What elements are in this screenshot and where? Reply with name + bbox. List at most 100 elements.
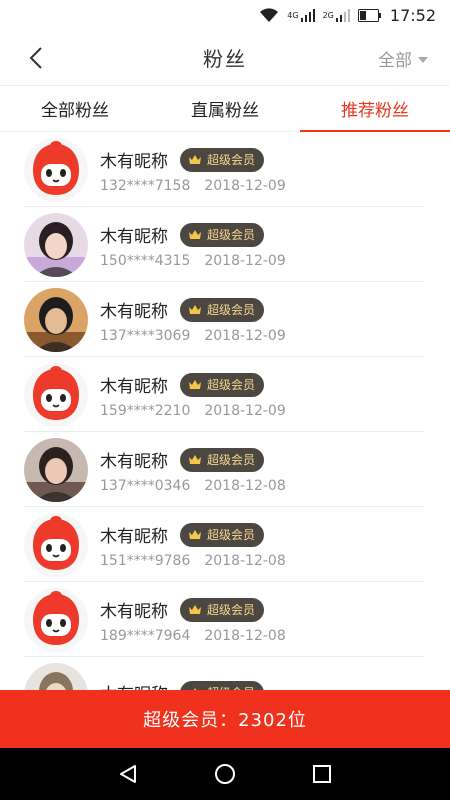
avatar bbox=[24, 212, 88, 277]
fan-info-top: 木有昵称 超级会员 bbox=[100, 296, 286, 324]
fan-info-bottom: 132****7158 2018-12-09 bbox=[100, 178, 286, 194]
avatar bbox=[24, 437, 88, 502]
fan-nickname: 木有昵称 bbox=[100, 452, 168, 472]
avatar bbox=[24, 362, 88, 427]
triangle-down-icon bbox=[418, 56, 428, 63]
avatar bbox=[24, 512, 88, 577]
fan-list-item[interactable]: 木有昵称 超级会员 150****4315 2018-12-09 bbox=[0, 207, 450, 282]
chevron-left-icon bbox=[29, 47, 42, 69]
network-type-2: 2G bbox=[322, 10, 334, 20]
tab-recommended-fans[interactable]: 推荐粉丝 bbox=[300, 86, 450, 132]
vip-badge-label: 超级会员 bbox=[207, 153, 256, 167]
fan-list-item[interactable]: 木有昵称 超级会员 137****0346 2018-12-08 bbox=[0, 432, 450, 507]
vip-badge: 超级会员 bbox=[180, 372, 265, 397]
crown-icon bbox=[188, 604, 202, 615]
avatar bbox=[24, 137, 88, 202]
fan-info-bottom: 137****0346 2018-12-08 bbox=[100, 478, 286, 494]
fan-nickname: 木有昵称 bbox=[100, 680, 168, 690]
fan-nickname: 木有昵称 bbox=[100, 602, 168, 622]
fan-info-top: 木有昵称 超级会员 bbox=[100, 146, 286, 174]
battery-icon bbox=[357, 8, 382, 22]
fan-nickname: 木有昵称 bbox=[100, 152, 168, 172]
signal-icon-2: 2G bbox=[323, 8, 350, 22]
filter-label: 全部 bbox=[378, 51, 412, 71]
fan-nickname: 木有昵称 bbox=[100, 302, 168, 322]
circle-home-icon bbox=[214, 764, 235, 784]
nav-home-button[interactable] bbox=[205, 754, 245, 794]
fan-join-date: 2018-12-09 bbox=[204, 402, 286, 419]
square-recent-icon bbox=[312, 765, 331, 783]
fan-info: 木有昵称 超级会员 151****9786 2018-12-08 bbox=[100, 521, 286, 569]
fan-info-top: 木有昵称 超级会员 bbox=[100, 446, 286, 474]
fan-info: 木有昵称 超级会员 bbox=[100, 679, 265, 690]
fan-info-top: 木有昵称 超级会员 bbox=[100, 596, 286, 624]
fan-info: 木有昵称 超级会员 137****0346 2018-12-08 bbox=[100, 446, 286, 494]
vip-badge: 超级会员 bbox=[180, 297, 265, 322]
fan-phone: 151****9786 bbox=[100, 552, 191, 569]
fan-info-bottom: 150****4315 2018-12-09 bbox=[100, 253, 286, 269]
vip-badge: 超级会员 bbox=[180, 447, 265, 472]
avatar bbox=[24, 587, 88, 652]
fan-info: 木有昵称 超级会员 132****7158 2018-12-09 bbox=[100, 146, 286, 194]
vip-badge-label: 超级会员 bbox=[207, 603, 256, 617]
back-button[interactable] bbox=[22, 44, 50, 72]
vip-badge: 超级会员 bbox=[180, 147, 265, 172]
app-header: 粉丝 全部 bbox=[0, 30, 450, 86]
tab-direct-fans[interactable]: 直属粉丝 bbox=[150, 86, 300, 131]
fan-nickname: 木有昵称 bbox=[100, 227, 168, 247]
vip-badge: 超级会员 bbox=[180, 680, 265, 690]
fan-nickname: 木有昵称 bbox=[100, 377, 168, 397]
avatar bbox=[24, 287, 88, 352]
fan-info-top: 木有昵称 超级会员 bbox=[100, 521, 286, 549]
vip-summary-bar: 超级会员：2302位 bbox=[0, 690, 450, 748]
fan-join-date: 2018-12-09 bbox=[204, 252, 286, 269]
fan-info-bottom: 137****3069 2018-12-09 bbox=[100, 328, 286, 344]
fan-info-bottom: 159****2210 2018-12-09 bbox=[100, 403, 286, 419]
tab-all-fans[interactable]: 全部粉丝 bbox=[0, 86, 150, 131]
vip-badge-label: 超级会员 bbox=[207, 453, 256, 467]
vip-badge: 超级会员 bbox=[180, 597, 265, 622]
fan-info: 木有昵称 超级会员 137****3069 2018-12-09 bbox=[100, 296, 286, 344]
crown-icon bbox=[188, 379, 202, 390]
fan-join-date: 2018-12-09 bbox=[204, 327, 286, 344]
fan-list: 木有昵称 超级会员 132****7158 2018-12-09 木有昵称 超级会员 150… bbox=[0, 132, 450, 690]
fan-list-item[interactable]: 木有昵称 超级会员 159****2210 2018-12-09 bbox=[0, 357, 450, 432]
fan-list-item[interactable]: 木有昵称 超级会员 132****7158 2018-12-09 bbox=[0, 132, 450, 207]
fan-info-bottom: 151****9786 2018-12-08 bbox=[100, 553, 286, 569]
vip-badge-label: 超级会员 bbox=[207, 528, 256, 542]
crown-icon bbox=[188, 229, 202, 240]
fan-phone: 159****2210 bbox=[100, 402, 191, 419]
fan-list-item[interactable]: 木有昵称 超级会员 189****7964 2018-12-08 bbox=[0, 582, 450, 657]
vip-summary-text: 超级会员：2302位 bbox=[143, 710, 307, 731]
fan-info-top: 木有昵称 超级会员 bbox=[100, 371, 286, 399]
fan-list-item[interactable]: 木有昵称 超级会员 bbox=[0, 657, 450, 690]
vip-badge-label: 超级会员 bbox=[207, 228, 256, 242]
fan-list-item[interactable]: 木有昵称 超级会员 137****3069 2018-12-09 bbox=[0, 282, 450, 357]
vip-badge-label: 超级会员 bbox=[207, 378, 256, 392]
fan-info-top: 木有昵称 超级会员 bbox=[100, 679, 265, 690]
fan-info: 木有昵称 超级会员 189****7964 2018-12-08 bbox=[100, 596, 286, 644]
filter-dropdown[interactable]: 全部 bbox=[378, 46, 428, 71]
page-title: 粉丝 bbox=[203, 47, 247, 71]
wifi-icon bbox=[259, 7, 279, 23]
fan-join-date: 2018-12-08 bbox=[204, 552, 286, 569]
fan-phone: 189****7964 bbox=[100, 627, 191, 644]
nav-back-button[interactable] bbox=[108, 754, 148, 794]
nav-recent-button[interactable] bbox=[302, 754, 342, 794]
status-bar: 4G 2G 17:52 bbox=[0, 0, 450, 30]
network-type-1: 4G bbox=[287, 10, 299, 20]
system-nav-bar bbox=[0, 748, 450, 800]
vip-badge: 超级会员 bbox=[180, 522, 265, 547]
fan-join-date: 2018-12-09 bbox=[204, 177, 286, 194]
fan-info: 木有昵称 超级会员 150****4315 2018-12-09 bbox=[100, 221, 286, 269]
fan-info-bottom: 189****7964 2018-12-08 bbox=[100, 628, 286, 644]
fan-list-item[interactable]: 木有昵称 超级会员 151****9786 2018-12-08 bbox=[0, 507, 450, 582]
tab-bar: 全部粉丝 直属粉丝 推荐粉丝 bbox=[0, 86, 450, 132]
vip-badge-label: 超级会员 bbox=[207, 303, 256, 317]
vip-badge: 超级会员 bbox=[180, 222, 265, 247]
signal-icon-1: 4G bbox=[287, 8, 315, 22]
fan-join-date: 2018-12-08 bbox=[204, 627, 286, 644]
fan-phone: 137****3069 bbox=[100, 327, 191, 344]
fan-phone: 137****0346 bbox=[100, 477, 191, 494]
crown-icon bbox=[188, 154, 202, 165]
